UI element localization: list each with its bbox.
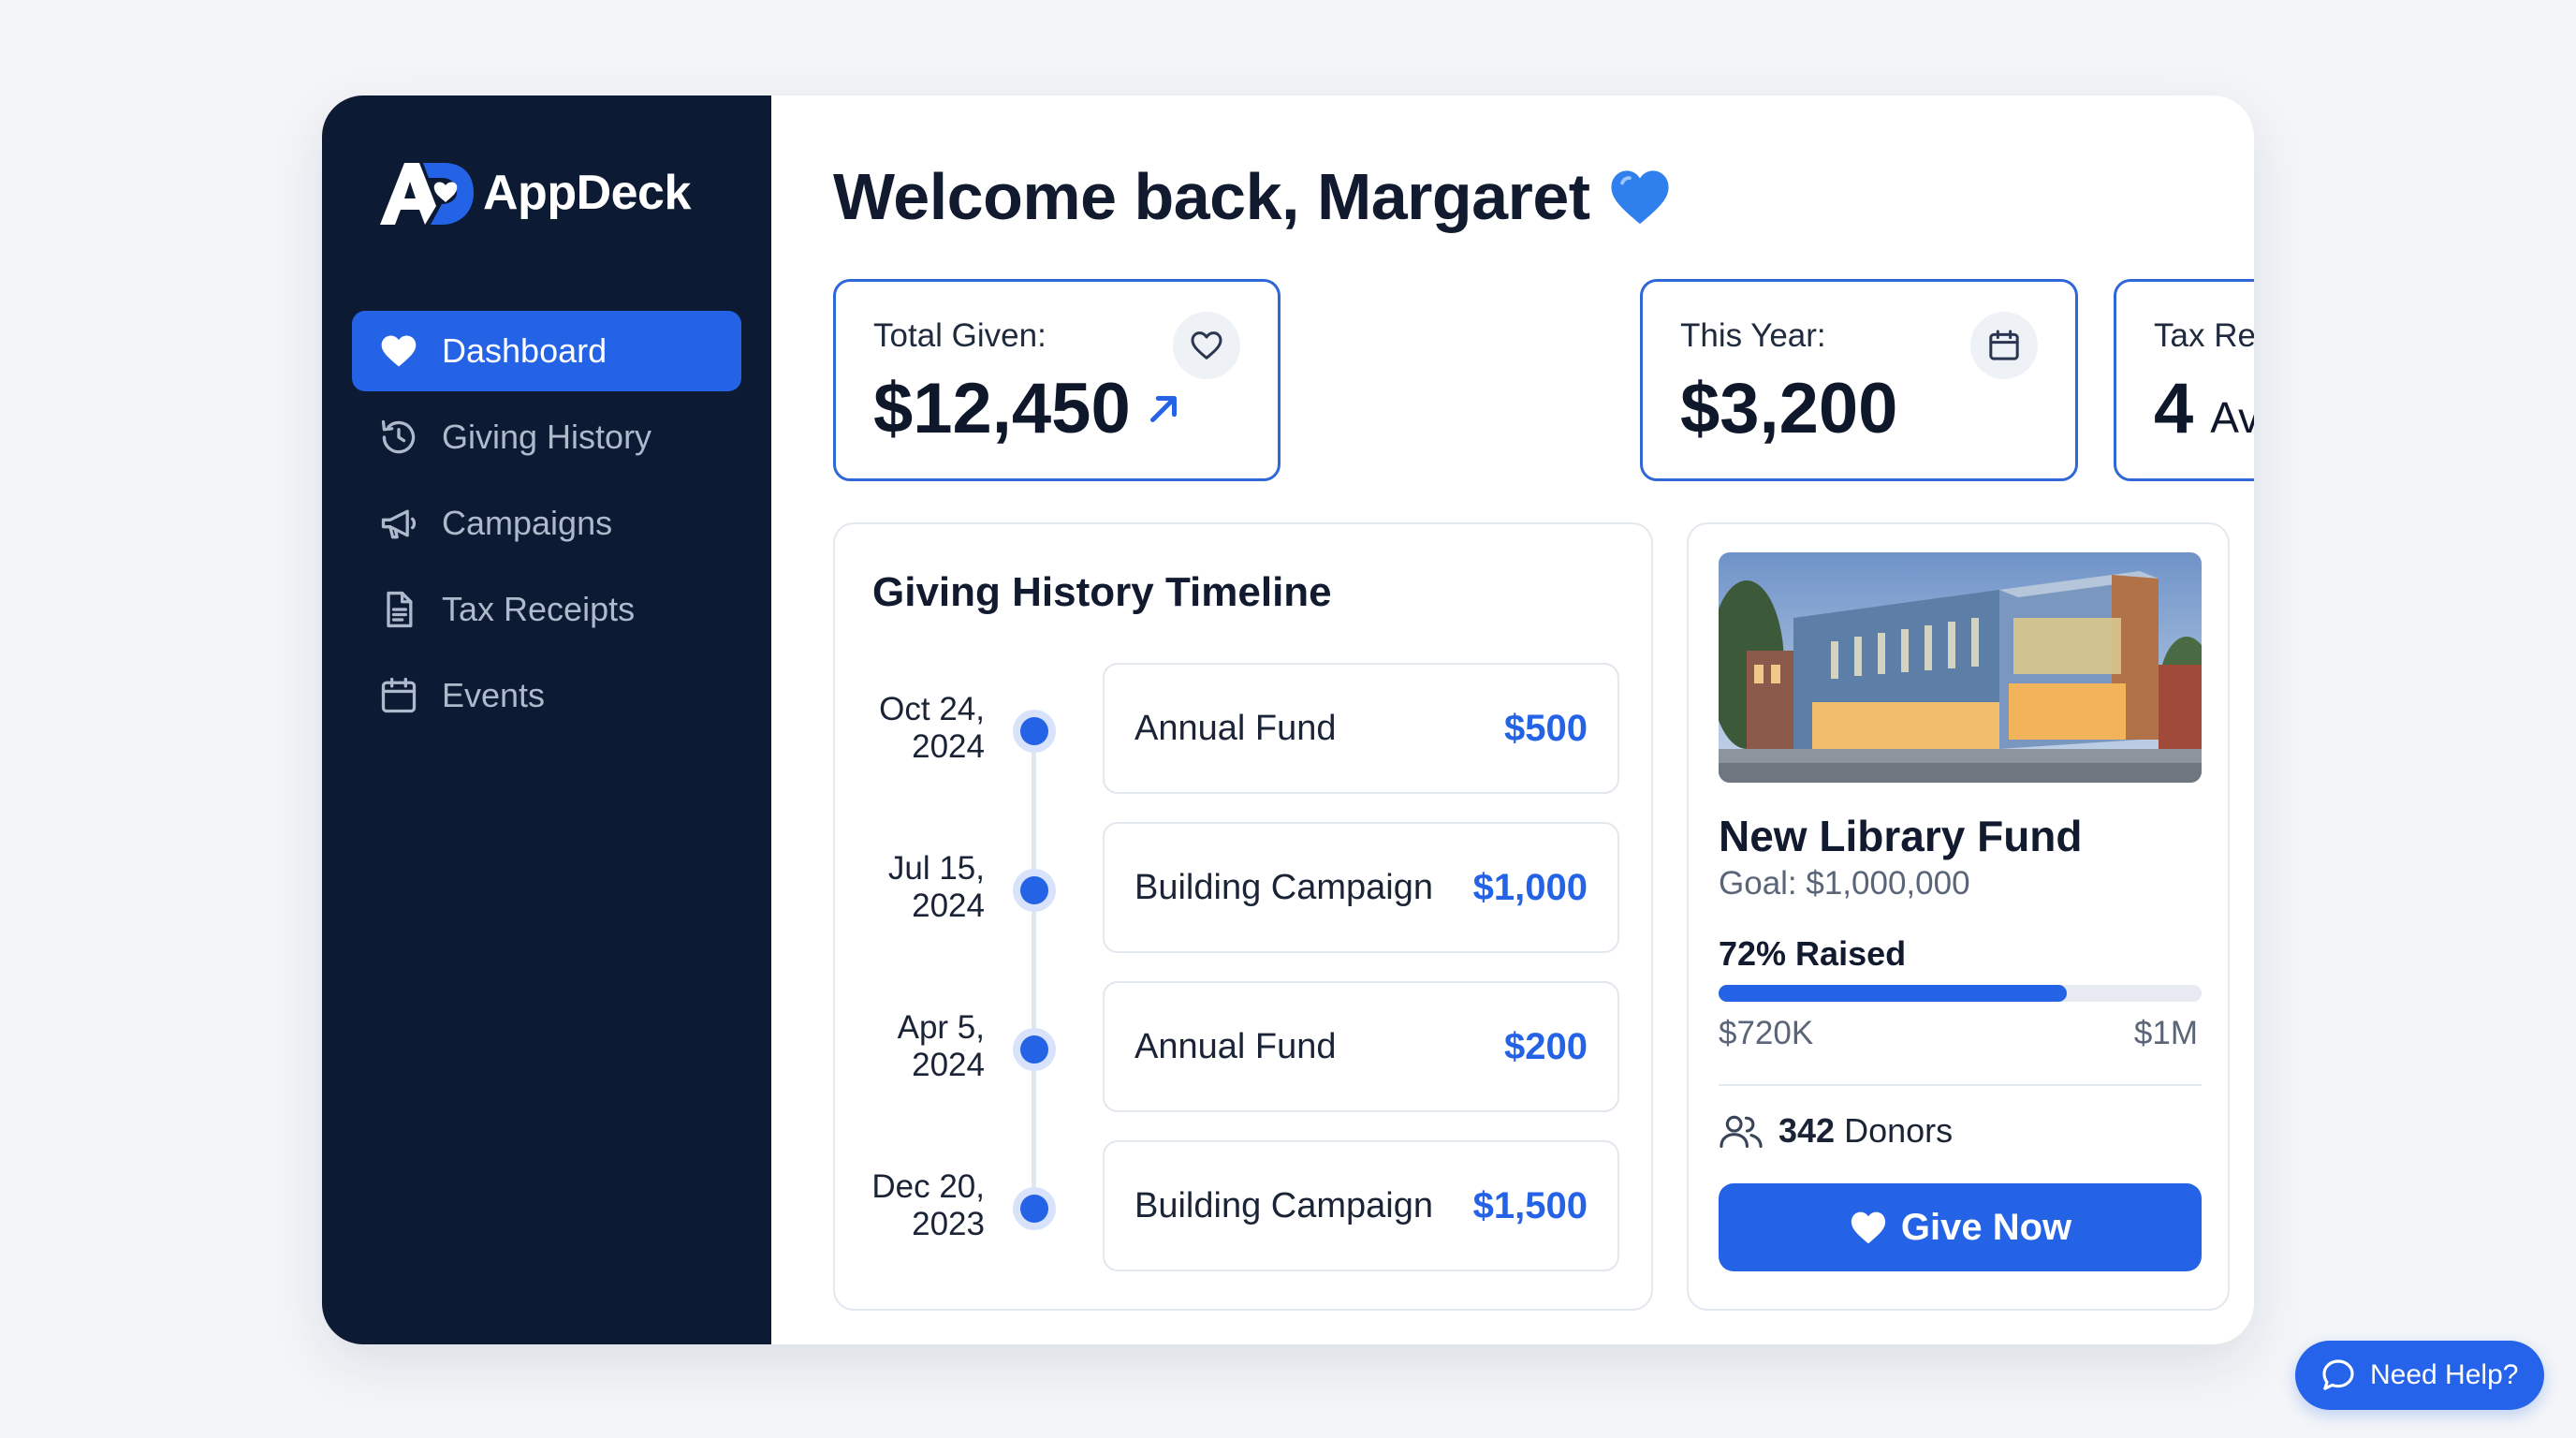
stat-label: This Year: [1680,317,1826,354]
stat-value: $12,450 [873,368,1185,449]
timeline-entry: Dec 20, 2023 Building Campaign $1,500 [835,1140,1651,1271]
blue-heart-icon [1611,170,1669,225]
need-help-label: Need Help? [2370,1359,2519,1390]
stat-card-tax-receipts[interactable]: Tax Receipts: 4 Available [2114,279,2254,481]
history-icon [378,417,419,458]
donor-count: 342 Donors [1719,1110,1953,1152]
fund-name: Annual Fund [1134,708,1337,748]
main-content: Welcome back, Margaret Total Given: $12,… [771,95,2254,1344]
tax-receipts-count: 4 [2154,369,2194,448]
timeline-date: Apr 5, 2024 [854,1009,985,1084]
sidebar-item-events[interactable]: Events [352,655,741,736]
donation-amount: $500 [1504,707,1588,749]
app-logo[interactable]: AppDeck [376,157,691,228]
timeline-donation-card[interactable]: Building Campaign $1,000 [1103,822,1619,953]
need-help-button[interactable]: Need Help? [2295,1341,2544,1410]
sidebar-nav: Dashboard Giving History Campaigns Tax R… [352,311,741,741]
fund-name: Building Campaign [1134,1185,1433,1225]
donor-number: 342 [1778,1111,1836,1150]
date-line: Apr 5, [897,1009,985,1046]
campaign-title: New Library Fund [1719,812,2083,860]
stat-value: $3,200 [1680,368,1897,449]
progress-bar-fill [1719,985,2067,1002]
this-year-value: $3,200 [1680,369,1898,448]
timeline-dot [1013,1028,1056,1071]
users-icon [1720,1115,1763,1149]
give-now-label: Give Now [1900,1206,2072,1248]
progress-bar [1719,985,2202,1002]
timeline-date: Dec 20, 2023 [854,1168,985,1243]
sidebar-item-dashboard[interactable]: Dashboard [352,311,741,391]
appdeck-logo-icon [380,163,474,225]
calendar-icon [378,675,419,716]
sidebar-item-giving-history[interactable]: Giving History [352,397,741,477]
stat-label: Total Given: [873,317,1046,354]
page-title: Welcome back, Margaret [833,159,1673,234]
app-window: AppDeck Dashboard Giving History Campaig… [322,95,2254,1344]
sidebar-item-tax-receipts[interactable]: Tax Receipts [352,569,741,650]
arrow-up-right-icon [1149,395,1177,422]
megaphone-icon [378,503,419,544]
calendar-icon [1970,312,2038,379]
date-year: 2023 [912,1206,985,1242]
donation-amount: $1,000 [1472,866,1588,908]
welcome-text: Welcome back, Margaret [833,160,1590,233]
raised-amount: $720K [1719,1015,1814,1051]
campaign-card: New Library Fund Goal: $1,000,000 72% Ra… [1687,522,2230,1311]
total-given-value: $12,450 [873,369,1131,448]
timeline-donation-card[interactable]: Annual Fund $200 [1103,981,1619,1112]
timeline-title: Giving History Timeline [872,569,1332,615]
donor-label: Donors [1844,1111,1954,1150]
campaign-goal: Goal: $1,000,000 [1719,865,1970,902]
sidebar-item-campaigns[interactable]: Campaigns [352,483,741,564]
donation-amount: $1,500 [1472,1184,1588,1226]
sidebar-item-label: Dashboard [442,331,607,370]
timeline-line [1032,728,1036,1196]
timeline-dot [1013,710,1056,753]
sidebar: AppDeck Dashboard Giving History Campaig… [322,95,771,1344]
stat-card-total-given: Total Given: $12,450 [833,279,1281,481]
give-now-button[interactable]: Give Now [1719,1183,2202,1271]
timeline-donation-card[interactable]: Annual Fund $500 [1103,663,1619,794]
stat-card-this-year: This Year: $3,200 [1640,279,2078,481]
app-name: AppDeck [483,166,691,220]
sidebar-item-label: Giving History [442,418,652,456]
library-building-photo [1719,552,2202,783]
tax-receipts-unit: Available [2210,393,2254,442]
stat-label: Tax Receipts: [2154,317,2254,354]
timeline-date: Oct 24, 2024 [854,691,985,766]
document-icon [378,589,419,630]
timeline-entry: Oct 24, 2024 Annual Fund $500 [835,663,1651,794]
stat-value: 4 Available [2154,368,2254,449]
date-year: 2024 [912,1047,985,1083]
timeline-entry: Apr 5, 2024 Annual Fund $200 [835,981,1651,1112]
date-year: 2024 [912,728,985,765]
goal-amount: $1M [2133,1015,2198,1051]
divider [1719,1084,2202,1086]
heart-icon [1851,1211,1885,1244]
date-line: Jul 15, [887,850,985,887]
donation-amount: $200 [1504,1025,1588,1067]
timeline-dot [1013,1187,1056,1230]
sidebar-item-label: Tax Receipts [442,590,636,628]
timeline-donation-card[interactable]: Building Campaign $1,500 [1103,1140,1619,1271]
date-line: Oct 24, [879,691,985,727]
timeline-entry: Jul 15, 2024 Building Campaign $1,000 [835,822,1651,953]
chat-bubble-icon [2322,1359,2354,1390]
date-year: 2024 [912,888,985,924]
fund-name: Annual Fund [1134,1026,1337,1066]
heart-icon [378,330,419,372]
giving-history-timeline: Giving History Timeline Oct 24, 2024 Ann… [833,522,1653,1311]
fund-name: Building Campaign [1134,867,1433,907]
sidebar-item-label: Campaigns [442,504,613,542]
timeline-date: Jul 15, 2024 [854,850,985,925]
sidebar-item-label: Events [442,676,546,714]
raised-percentage: 72% Raised [1719,934,1907,973]
date-line: Dec 20, [871,1168,985,1205]
timeline-dot [1013,869,1056,912]
